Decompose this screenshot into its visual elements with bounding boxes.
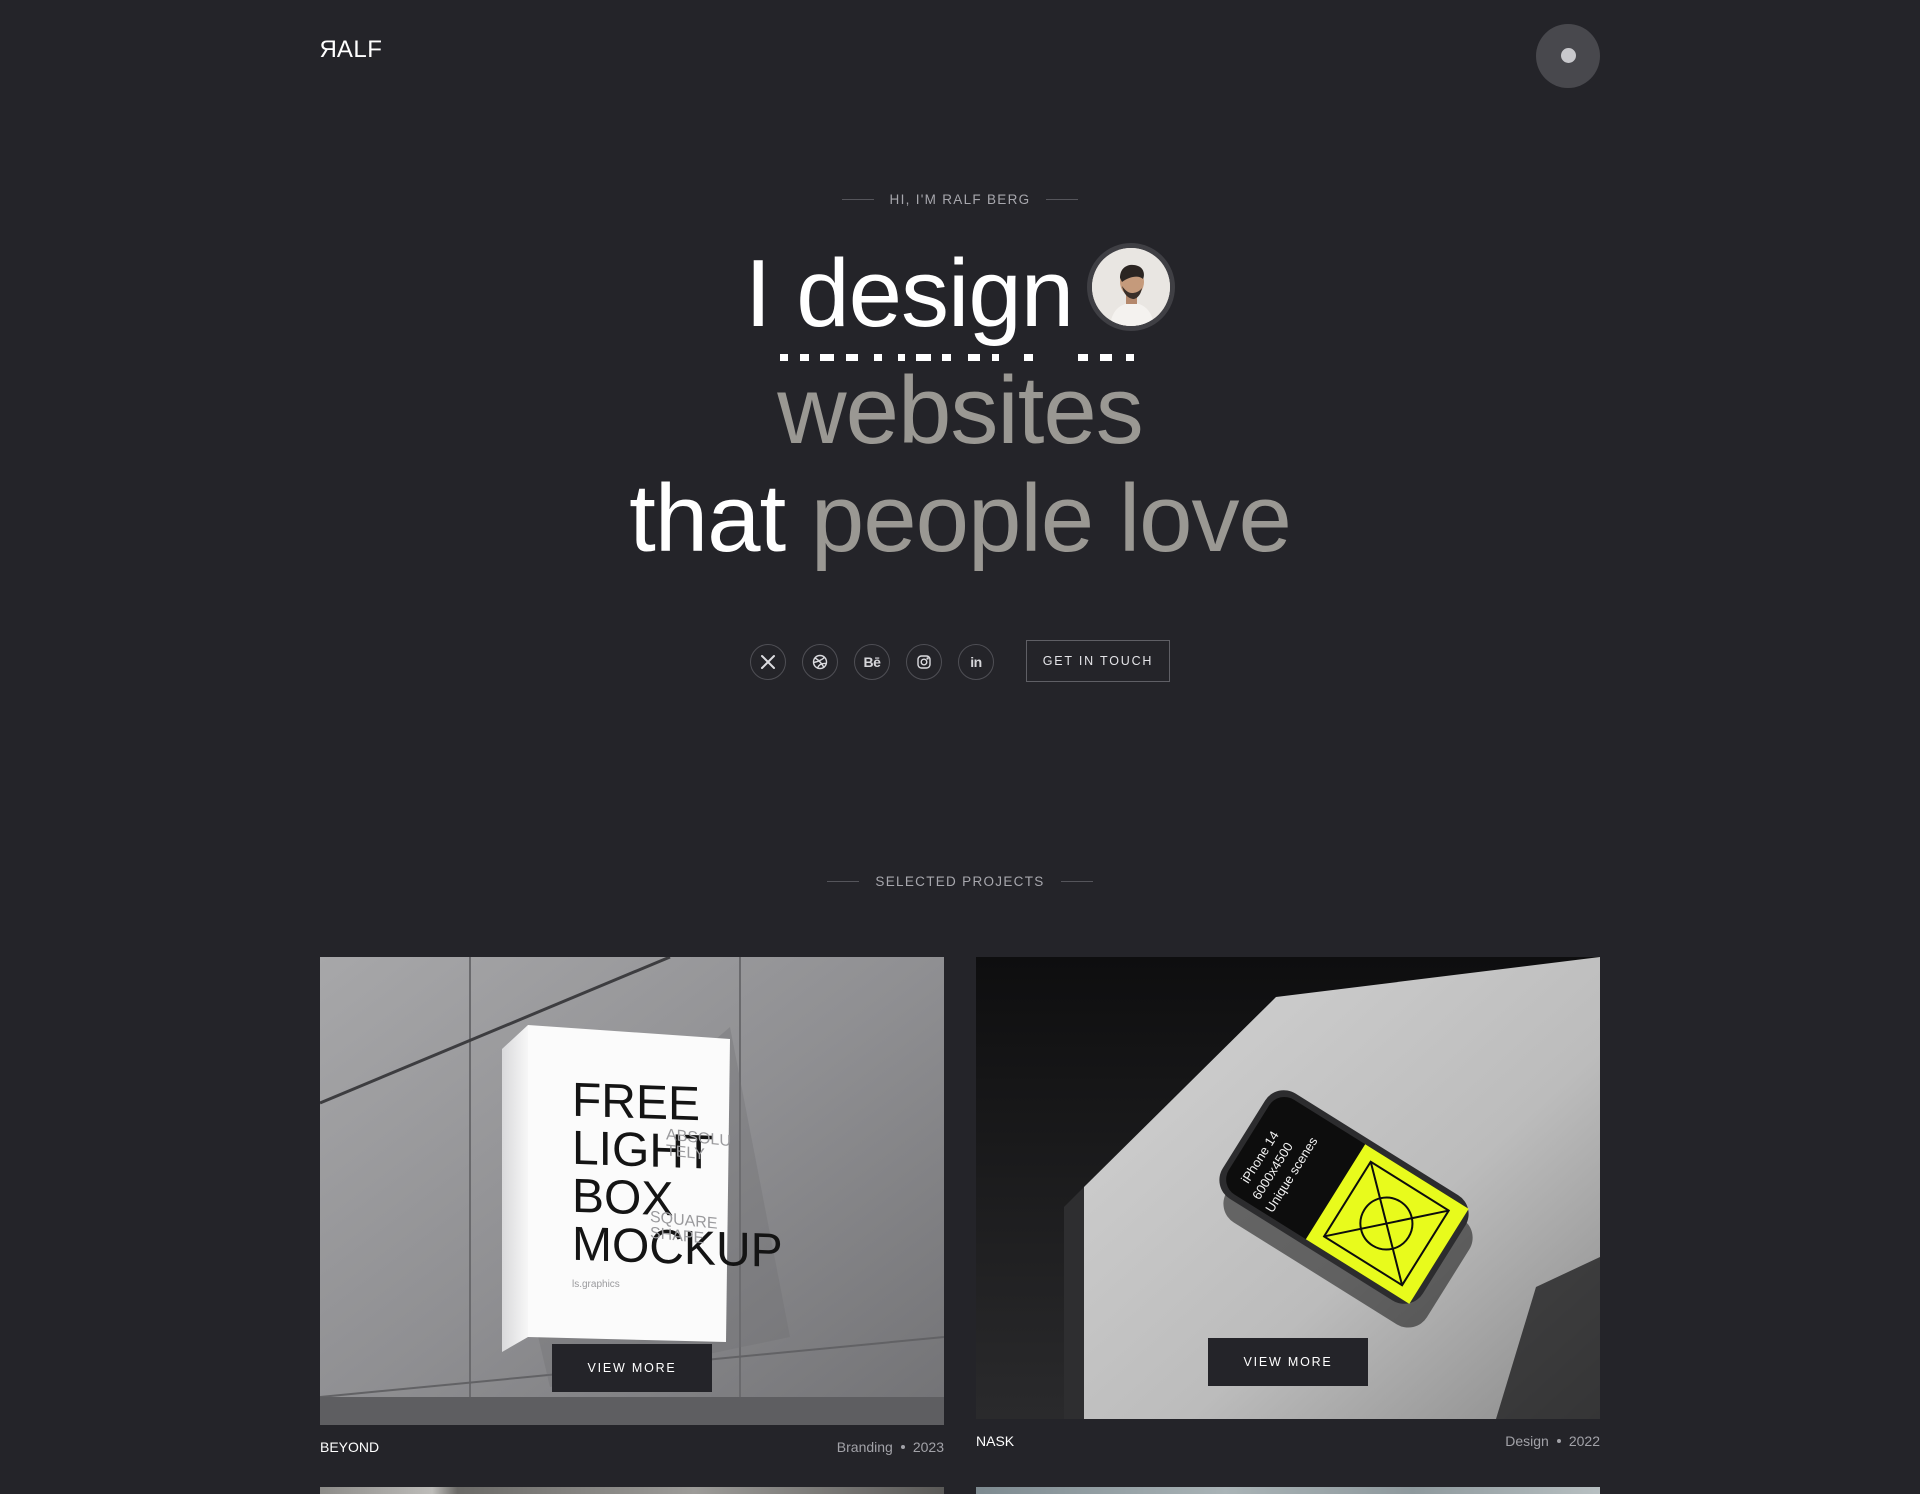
get-in-touch-button[interactable]: GET IN TOUCH — [1026, 640, 1170, 682]
hero-eyebrow: HI, I'M RALF BERG — [0, 192, 1920, 207]
headline-line-3-gray: people love — [810, 465, 1292, 572]
hero-eyebrow-text: HI, I'M RALF BERG — [889, 192, 1031, 207]
bullet-separator — [900, 1445, 905, 1449]
view-more-button[interactable]: VIEW MORE — [552, 1344, 712, 1392]
project-thumbnail[interactable]: FREE LIGHT BOX MOCKUP ABSOLU TELY SQUARE… — [320, 957, 944, 1425]
headline-line-1-text: I design — [744, 240, 1074, 347]
linkedin-glyph: in — [970, 654, 982, 670]
menu-button[interactable] — [1536, 24, 1600, 88]
logo-text: ALF — [336, 36, 383, 63]
project-meta: BEYOND Branding 2023 — [320, 1439, 944, 1455]
project-thumbnail[interactable]: iPhone 14 6000x4500 Unique scenes VIEW M… — [976, 957, 1600, 1419]
svg-text:ls.graphics: ls.graphics — [572, 1279, 620, 1290]
headline-line-2: websites — [777, 357, 1144, 464]
view-more-button[interactable]: VIEW MORE — [1208, 1338, 1368, 1386]
avatar — [1087, 243, 1176, 331]
eyebrow-line-right — [1046, 199, 1079, 200]
project-card-beyond[interactable]: FREE LIGHT BOX MOCKUP ABSOLU TELY SQUARE… — [320, 957, 944, 1455]
project-year: 2023 — [912, 1439, 944, 1455]
project-category: Branding — [836, 1439, 893, 1455]
bullet-separator — [1556, 1439, 1561, 1443]
project-card-next-right[interactable] — [976, 1487, 1600, 1494]
menu-dot-icon — [1561, 47, 1576, 63]
linkedin-icon[interactable]: in — [958, 644, 994, 680]
project-category: Design — [1505, 1433, 1549, 1449]
behance-glyph: Bē — [863, 654, 881, 670]
instagram-icon[interactable] — [906, 644, 942, 680]
project-card-nask[interactable]: iPhone 14 6000x4500 Unique scenes VIEW M… — [976, 957, 1600, 1449]
logo[interactable]: RALF — [319, 36, 382, 64]
project-name[interactable]: NASK — [976, 1433, 1014, 1449]
projects-eyebrow: SELECTED PROJECTS — [0, 874, 1920, 889]
project-tags: Branding 2023 — [837, 1439, 944, 1455]
projects-eyebrow-text: SELECTED PROJECTS — [875, 874, 1045, 889]
project-name[interactable]: BEYOND — [320, 1439, 379, 1455]
social-links: Bē in — [750, 644, 994, 680]
project-tags: Design 2022 — [1505, 1433, 1600, 1449]
project-meta: NASK Design 2022 — [976, 1433, 1600, 1449]
project-card-next-left[interactable] — [320, 1487, 944, 1494]
headline-line-3-white: that — [629, 465, 786, 572]
avatar-portrait-icon — [1092, 248, 1171, 326]
portfolio-page: RALF HI, I'M RALF BERG I design websites… — [0, 0, 1920, 1494]
headline-line-1: I design — [0, 238, 1920, 350]
project-year: 2022 — [1568, 1433, 1600, 1449]
behance-icon[interactable]: Bē — [854, 644, 890, 680]
eyebrow-line-right — [1060, 881, 1093, 882]
eyebrow-line-left — [827, 881, 860, 882]
dribbble-icon[interactable] — [802, 644, 838, 680]
headline-line-3: that people love — [0, 464, 1920, 574]
logo-mirrored-letter: R — [319, 36, 337, 63]
x-icon[interactable] — [750, 644, 786, 680]
eyebrow-line-left — [841, 199, 874, 200]
